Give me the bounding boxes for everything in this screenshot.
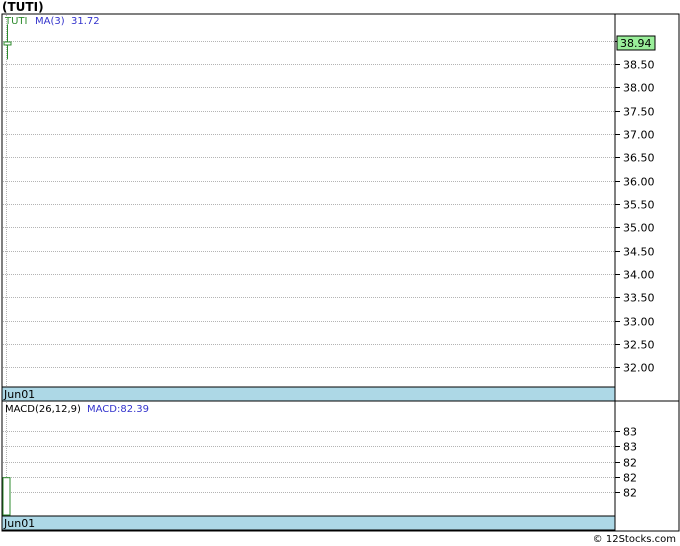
price-y-tick-label: 35.00 (623, 222, 655, 235)
macd-x-tick-label: Jun01 (3, 517, 35, 530)
macd-bars (2, 477, 11, 516)
macd-y-tick-label: 83 (623, 441, 637, 454)
price-panel-frame (1, 13, 680, 402)
price-legend-symbol: TUTI (4, 16, 28, 27)
price-y-tick-label: 32.50 (623, 339, 655, 352)
price-legend-ma-value: 31.72 (71, 16, 100, 27)
price-y-tick-label: 33.50 (623, 292, 655, 305)
macd-legend-indicator: MACD(26,12,9) (5, 404, 81, 415)
macd-y-tick-label: 82 (623, 472, 637, 485)
stock-chart: 39.0038.5038.0037.5037.0036.5036.0035.50… (1, 13, 680, 532)
macd-panel-frame (1, 400, 680, 532)
candle-body (3, 41, 12, 46)
price-y-tick-label: 36.50 (623, 152, 655, 165)
price-y-tick-label: 38.50 (623, 59, 655, 72)
price-y-tick-label: 32.00 (623, 362, 655, 375)
macd-y-tick-label: 83 (623, 426, 637, 439)
price-y-tick-label: 36.00 (623, 176, 655, 189)
price-panel: 39.0038.5038.0037.5037.0036.5036.0035.50… (1, 13, 680, 402)
price-y-tick-label: 37.50 (623, 106, 655, 119)
macd-legend-value: MACD:82.39 (87, 404, 149, 415)
price-x-axis-band (1, 386, 616, 402)
price-y-tick-label: 38.00 (623, 82, 655, 95)
macd-gridlines (3, 431, 614, 493)
macd-panel: 83 83 82 82 82 Jun01 MACD(26,12,9) MACD:82.3… (1, 400, 680, 532)
price-legend-ma-label: MA(3) (35, 16, 65, 27)
price-x-tick-label: Jun01 (3, 388, 35, 401)
macd-y-ticks: 83 83 82 82 82 (615, 426, 637, 500)
macd-bar (2, 477, 11, 516)
price-y-tick-label: 34.00 (623, 269, 655, 282)
price-y-tick-label: 34.50 (623, 246, 655, 259)
price-candles (3, 24, 12, 60)
site-credit: © 12Stocks.com (592, 534, 676, 545)
macd-x-axis-band (1, 515, 616, 531)
price-gridlines (3, 41, 614, 368)
price-y-tick-label: 37.00 (623, 129, 655, 142)
price-y-ticks: 39.0038.5038.0037.5037.0036.5036.0035.50… (615, 36, 655, 375)
price-y-tick-label: 35.50 (623, 199, 655, 212)
price-y-tick-label: 33.00 (623, 316, 655, 329)
macd-y-tick-label: 82 (623, 457, 637, 470)
macd-y-tick-label: 82 (623, 487, 637, 500)
last-price-label: 38.94 (620, 37, 652, 50)
